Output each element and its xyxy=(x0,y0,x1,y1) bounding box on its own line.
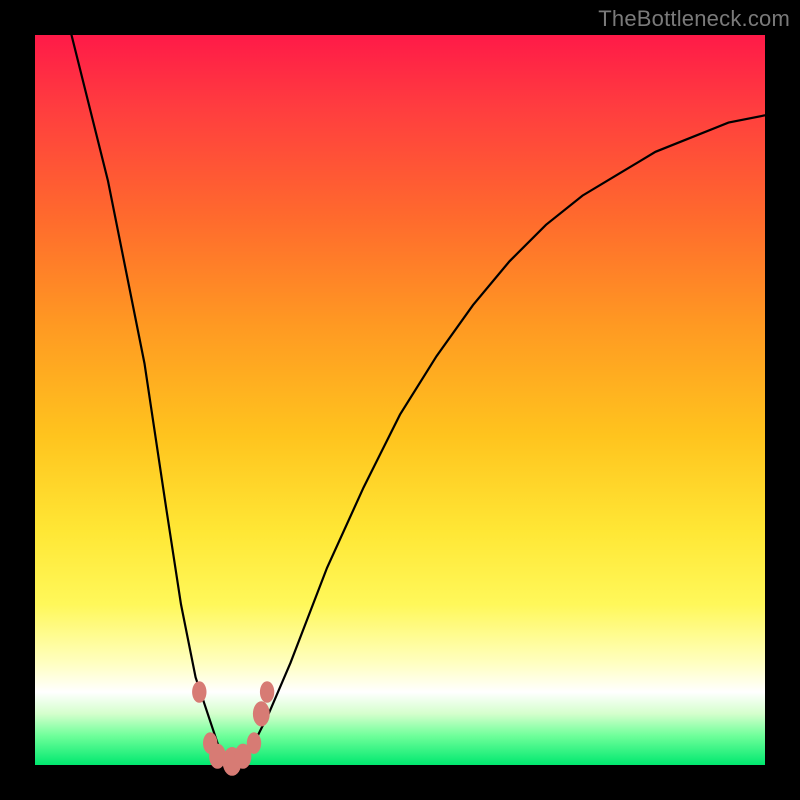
chart-frame: TheBottleneck.com xyxy=(0,0,800,800)
curve-marker xyxy=(253,701,270,726)
bottleneck-curve-svg xyxy=(35,35,765,765)
curve-marker xyxy=(260,681,274,703)
curve-marker xyxy=(192,681,206,703)
plot-area xyxy=(35,35,765,765)
bottleneck-curve xyxy=(72,35,766,761)
curve-marker xyxy=(247,732,261,754)
watermark-text: TheBottleneck.com xyxy=(598,6,790,32)
